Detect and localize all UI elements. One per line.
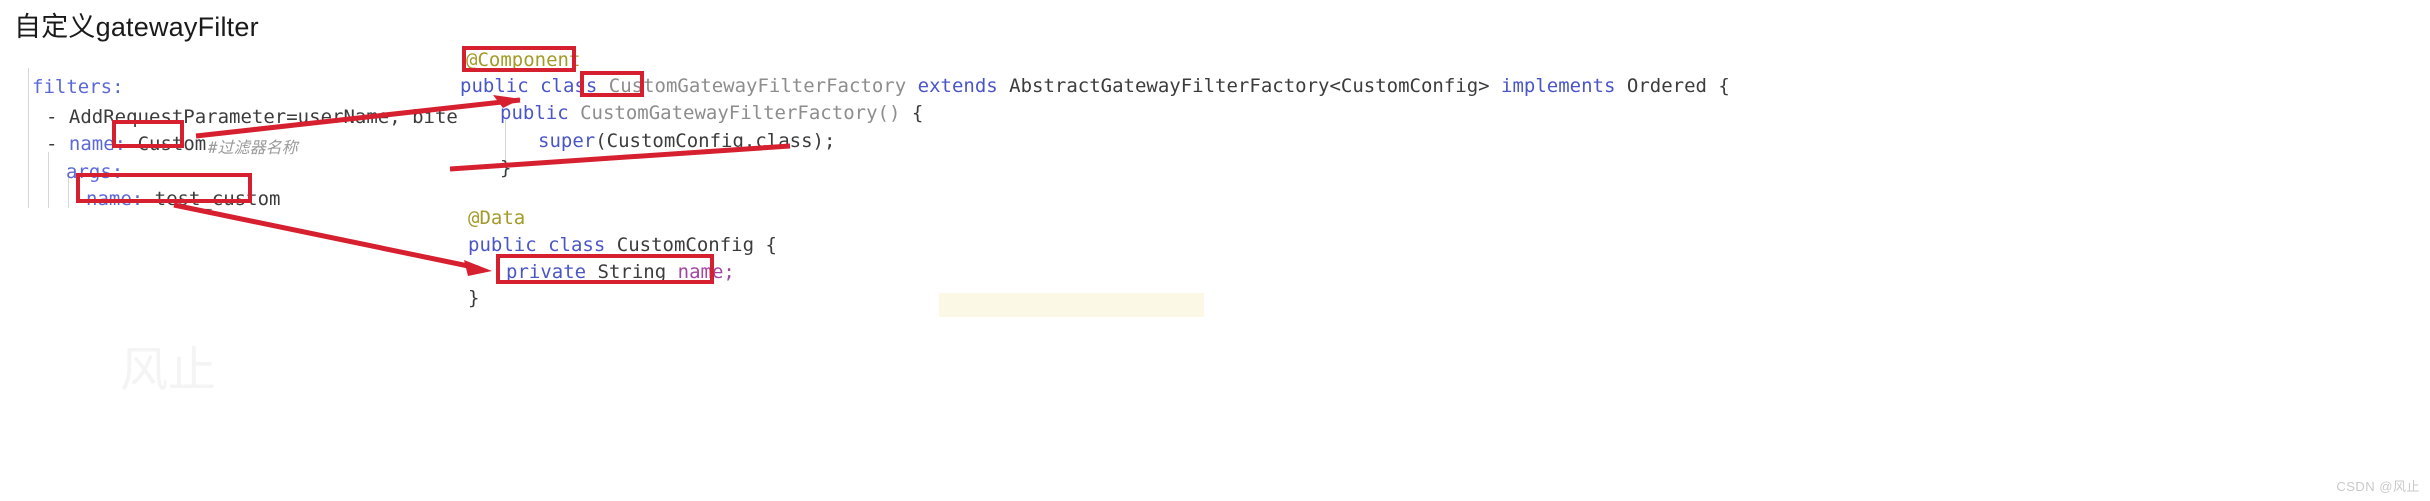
yaml-space-1: [57, 106, 68, 128]
java-line-config-field: private String name;: [506, 259, 735, 286]
java-code-block: @Component public class CustomGatewayFil…: [450, 40, 2430, 317]
yaml-args-key: args:: [66, 161, 124, 183]
yaml-arg-name-value: test_custom: [154, 188, 281, 210]
indent-guide-1: [28, 68, 29, 208]
sp-b: [597, 75, 608, 97]
yaml-line-name: - name: Custom: [46, 131, 206, 158]
field-type-string: String: [597, 261, 667, 283]
kw-public-1: public: [460, 75, 529, 97]
config-close-brace: }: [468, 287, 480, 309]
sp-e: [1490, 75, 1501, 97]
kw-implements: implements: [1501, 75, 1616, 97]
field-highlight-band: [939, 293, 1204, 317]
yaml-dash-1: -: [46, 106, 58, 128]
yaml-arg-name-key: name:: [86, 188, 144, 210]
indent-guide-2: [48, 152, 49, 208]
yaml-dash-2: -: [46, 133, 58, 155]
java-line-super-call: super(CustomConfig.class);: [538, 128, 835, 155]
sp-m: [586, 261, 597, 283]
sp-f: [1615, 75, 1626, 97]
kw-extends: extends: [917, 75, 998, 97]
factory-interface: Ordered: [1626, 75, 1707, 97]
yaml-code-block: filters: - AddRequestParameter=userName,…: [0, 64, 458, 210]
java-line-config-close: }: [468, 285, 479, 312]
constructor-close-brace: }: [500, 157, 512, 179]
yaml-line-arg-name: name: test_custom: [86, 186, 281, 213]
ghost-watermark: 风止: [120, 344, 217, 397]
java-line-config-declaration: public class CustomConfig {: [468, 232, 777, 259]
java-line-component-annotation: @Component: [466, 47, 580, 74]
csdn-watermark: CSDN @风止: [2336, 479, 2420, 494]
sp-n: [666, 261, 677, 283]
page-title: 自定义gatewayFilter: [14, 12, 259, 42]
kw-class-2: class: [548, 234, 606, 256]
yaml-name-value: Custom: [137, 133, 207, 155]
java-line-data-annotation: @Data: [468, 205, 525, 232]
sp-g: [1707, 75, 1718, 97]
java-line-constructor: public CustomGatewayFilterFactory() {: [500, 100, 923, 127]
factory-superclass: AbstractGatewayFilterFactory<CustomConfi…: [1009, 75, 1490, 97]
config-open-brace: {: [765, 234, 777, 256]
sp-h: [569, 102, 580, 124]
sp-k: [605, 234, 616, 256]
yaml-addrequestparameter-value: AddRequestParameter=userName, bite: [68, 106, 458, 128]
sp-j: [537, 234, 548, 256]
super-call-args: (CustomConfig.class);: [595, 130, 836, 152]
kw-private: private: [506, 261, 587, 283]
kw-class-1: class: [540, 75, 598, 97]
yaml-line-filters: filters:: [32, 74, 124, 101]
java-line-factory-declaration: public class CustomGatewayFilterFactory …: [460, 73, 1730, 100]
data-annotation-text: @Data: [468, 207, 526, 229]
yaml-space-3: [126, 133, 137, 155]
yaml-name-comment: #过滤器名称: [208, 138, 298, 157]
config-class-name: CustomConfig: [616, 234, 755, 256]
yaml-space-2: [57, 133, 68, 155]
factory-open-brace: {: [1718, 75, 1730, 97]
sp-d: [998, 75, 1009, 97]
java-line-constructor-close: }: [500, 155, 511, 182]
kw-public-2: public: [500, 102, 569, 124]
constructor-name: CustomGatewayFilterFactory(): [580, 102, 901, 124]
yaml-name-key: name:: [68, 133, 127, 155]
kw-super: super: [538, 130, 596, 152]
factory-name-boxed-token: Custom: [608, 75, 678, 97]
field-name-identifier: name;: [677, 261, 735, 283]
factory-name-rest-token: GatewayFilterFactory: [677, 75, 907, 97]
yaml-line-addrequestparameter: - AddRequestParameter=userName, bite: [46, 104, 458, 131]
sp-a: [529, 75, 540, 97]
sp-i: [900, 102, 911, 124]
yaml-line-args: args:: [66, 159, 123, 186]
yaml-filters-key: filters:: [32, 76, 124, 98]
component-annotation-text: @Component: [466, 49, 581, 71]
sp-l: [754, 234, 765, 256]
yaml-space-4: [143, 188, 154, 210]
constructor-open-brace: {: [911, 102, 924, 124]
screenshot-root: 自定义gatewayFilter filters: - AddRequestPa…: [0, 0, 2430, 501]
arrow-testcustom-to-field: [173, 202, 492, 276]
sp-c: [906, 75, 917, 97]
kw-public-3: public: [468, 234, 537, 256]
